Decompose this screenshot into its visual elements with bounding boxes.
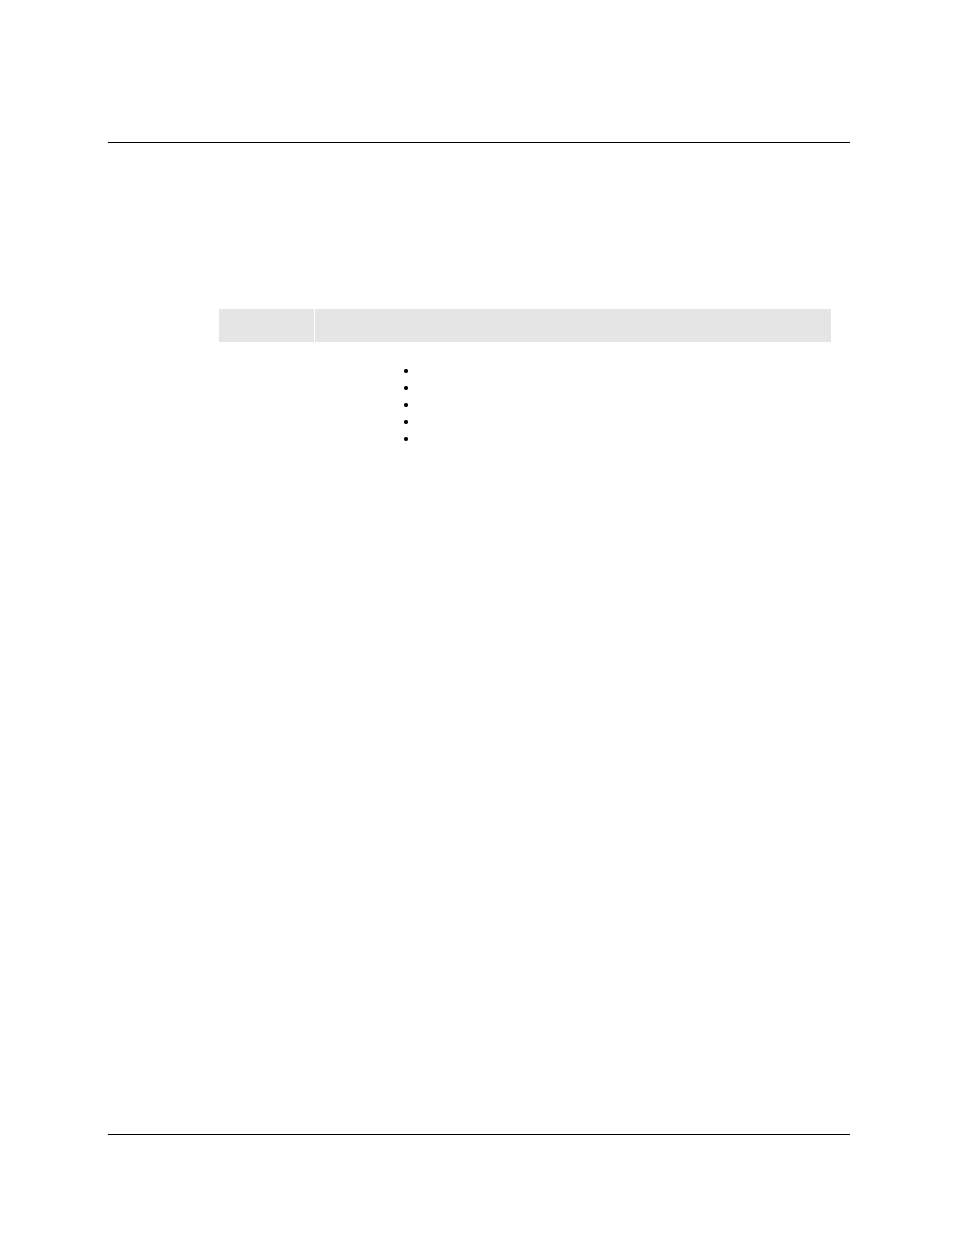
table-row	[219, 343, 832, 454]
bullet-list	[419, 363, 826, 447]
table-header-cell-2	[315, 309, 832, 343]
list-item	[419, 380, 826, 397]
table-header-cell-1	[219, 309, 315, 343]
horizontal-rule-top	[108, 142, 850, 143]
list-item	[419, 397, 826, 414]
list-item	[419, 363, 826, 380]
data-table	[218, 308, 832, 453]
table-cell-right	[315, 343, 832, 454]
table-header-row	[219, 309, 832, 343]
table-cell-left	[219, 343, 315, 454]
main-content	[218, 308, 832, 453]
list-item	[419, 414, 826, 431]
horizontal-rule-bottom	[108, 1134, 850, 1135]
list-item	[419, 431, 826, 448]
